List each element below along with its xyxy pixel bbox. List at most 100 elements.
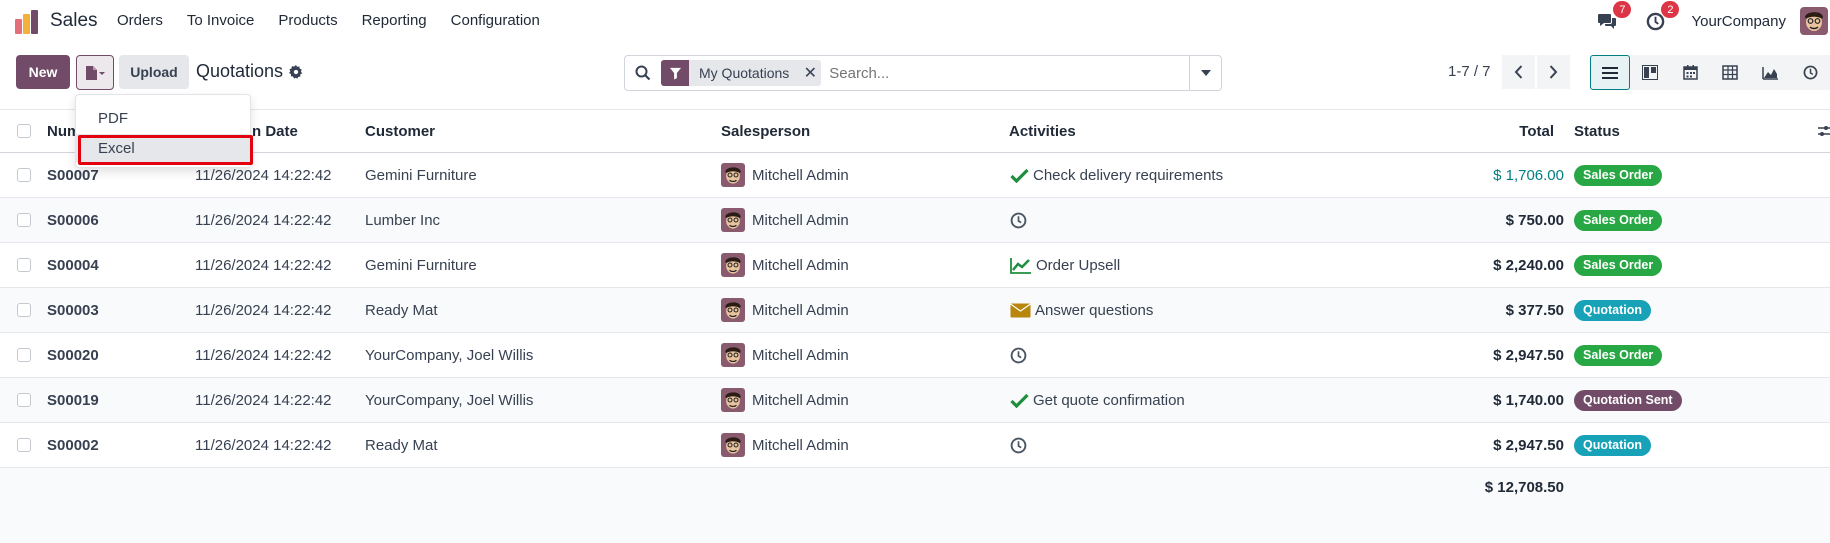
main-menu: Orders To Invoice Products Reporting Con… xyxy=(117,12,564,29)
activity[interactable] xyxy=(1010,198,1031,242)
activity[interactable]: Answer questions xyxy=(1010,288,1153,332)
clock-icon xyxy=(1803,65,1817,80)
order-date: 11/26/2024 14:22:42 xyxy=(195,346,332,364)
activity[interactable]: Get quote confirmation xyxy=(1010,378,1185,422)
customer-name: Ready Mat xyxy=(365,301,438,319)
table-row[interactable]: S00020 11/26/2024 14:22:42 YourCompany, Jo… xyxy=(0,333,1830,378)
company-switcher[interactable]: YourCompany xyxy=(1691,13,1786,30)
status-badge: Sales Order xyxy=(1574,254,1663,276)
order-date: 11/26/2024 14:22:42 xyxy=(195,301,332,319)
row-checkbox[interactable] xyxy=(17,348,31,362)
row-checkbox[interactable] xyxy=(17,438,31,452)
column-customer[interactable]: Customer xyxy=(365,110,435,152)
kanban-view-button[interactable] xyxy=(1630,55,1670,90)
row-checkbox[interactable] xyxy=(17,168,31,182)
menu-orders[interactable]: Orders xyxy=(117,12,163,29)
table-icon xyxy=(1722,65,1738,80)
status-badge: Quotation xyxy=(1574,434,1652,456)
table-row[interactable]: S00002 11/26/2024 14:22:42 Ready Mat Mitche… xyxy=(0,423,1830,468)
salesperson: Mitchell Admin xyxy=(721,333,849,377)
order-total: $ 377.50 xyxy=(1505,301,1564,319)
view-switcher xyxy=(1590,55,1830,90)
clock-icon[interactable] xyxy=(1010,437,1027,454)
salesperson: Mitchell Admin xyxy=(721,288,849,332)
column-date[interactable]: n Date xyxy=(252,110,298,152)
activity[interactable]: Order Upsell xyxy=(1010,243,1120,287)
graph-view-button[interactable] xyxy=(1750,55,1790,90)
row-checkbox[interactable] xyxy=(17,393,31,407)
salesperson-avatar xyxy=(721,253,745,277)
optional-columns-icon[interactable] xyxy=(1818,110,1830,152)
check-icon[interactable] xyxy=(1010,393,1029,408)
print-pdf-option[interactable]: PDF xyxy=(76,104,250,132)
order-total: $ 2,240.00 xyxy=(1493,256,1564,274)
activity-summary: Order Upsell xyxy=(1036,256,1121,274)
status-cell: Quotation xyxy=(1574,423,1652,467)
table-row[interactable]: S00003 11/26/2024 14:22:42 Ready Mat Mitche… xyxy=(0,288,1830,333)
upload-button[interactable]: Upload xyxy=(119,55,189,89)
status-cell: Sales Order xyxy=(1574,153,1663,197)
column-activities[interactable]: Activities xyxy=(1009,110,1076,152)
print-dropdown-button[interactable] xyxy=(76,55,114,90)
salesperson-name: Mitchell Admin xyxy=(752,256,849,274)
pager-value[interactable]: 1-7 / 7 xyxy=(1448,63,1491,80)
row-checkbox[interactable] xyxy=(17,258,31,272)
menu-configuration[interactable]: Configuration xyxy=(451,12,540,29)
salesperson-name: Mitchell Admin xyxy=(752,211,849,229)
area-chart-icon xyxy=(1761,66,1778,80)
row-checkbox[interactable] xyxy=(17,303,31,317)
clock-icon[interactable] xyxy=(1010,212,1027,229)
clock-icon[interactable] xyxy=(1010,347,1027,364)
row-checkbox[interactable] xyxy=(17,213,31,227)
search-input[interactable] xyxy=(825,64,1189,82)
list-view-button[interactable] xyxy=(1590,55,1630,90)
salesperson: Mitchell Admin xyxy=(721,243,849,287)
customer-name: Lumber Inc xyxy=(365,211,441,229)
app-name[interactable]: Sales xyxy=(50,10,98,32)
messages-badge: 7 xyxy=(1613,1,1632,18)
calendar-view-button[interactable] xyxy=(1670,55,1710,90)
menu-to-invoice[interactable]: To Invoice xyxy=(187,12,255,29)
search-options-toggle[interactable] xyxy=(1189,56,1221,90)
customer-name: YourCompany, Joel Willis xyxy=(365,391,534,409)
kanban-icon xyxy=(1642,65,1658,80)
user-avatar[interactable] xyxy=(1800,7,1828,35)
order-number: S00002 xyxy=(47,436,99,454)
column-status[interactable]: Status xyxy=(1574,110,1620,152)
column-salesperson[interactable]: Salesperson xyxy=(721,110,810,152)
envelope-icon[interactable] xyxy=(1010,303,1031,318)
pivot-view-button[interactable] xyxy=(1710,55,1750,90)
salesperson: Mitchell Admin xyxy=(721,198,849,242)
salesperson: Mitchell Admin xyxy=(721,153,849,197)
sales-app-logo-icon[interactable] xyxy=(14,9,40,35)
file-print-icon xyxy=(86,65,105,80)
activity[interactable] xyxy=(1010,333,1031,377)
new-button[interactable]: New xyxy=(16,55,70,89)
user-avatar-icon xyxy=(1800,7,1828,35)
check-icon[interactable] xyxy=(1010,168,1029,183)
order-number: S00004 xyxy=(47,256,99,274)
activity[interactable] xyxy=(1010,423,1031,467)
activity-view-button[interactable] xyxy=(1790,55,1830,90)
table-row[interactable]: S00006 11/26/2024 14:22:42 Lumber Inc Mitch… xyxy=(0,198,1830,243)
chart-line-icon[interactable] xyxy=(1010,257,1032,274)
messages-button[interactable]: 7 xyxy=(1595,1,1632,33)
gear-icon[interactable] xyxy=(289,64,303,79)
table-row[interactable]: S00019 11/26/2024 14:22:42 YourCompany, Jo… xyxy=(0,378,1830,423)
column-total[interactable]: Total xyxy=(1519,110,1554,152)
pager-previous-button[interactable] xyxy=(1502,55,1535,89)
salesperson-name: Mitchell Admin xyxy=(752,391,849,409)
order-total: $ 1,706.00 xyxy=(1493,166,1564,184)
activities-button[interactable]: 2 xyxy=(1643,1,1680,33)
menu-products[interactable]: Products xyxy=(278,12,337,29)
table-row[interactable]: S00007 11/26/2024 14:22:42 Gemini Furnitur… xyxy=(0,153,1830,198)
facet-remove-icon[interactable]: ✕ xyxy=(799,63,821,83)
pager-next-button[interactable] xyxy=(1537,55,1570,89)
salesperson-avatar xyxy=(721,388,745,412)
menu-reporting[interactable]: Reporting xyxy=(362,12,427,29)
activity[interactable]: Check delivery requirements xyxy=(1010,153,1223,197)
select-all-checkbox[interactable] xyxy=(17,124,31,138)
breadcrumb: Quotations xyxy=(196,61,303,82)
table-row[interactable]: S00004 11/26/2024 14:22:42 Gemini Furnitur… xyxy=(0,243,1830,288)
customer-name: Ready Mat xyxy=(365,436,438,454)
